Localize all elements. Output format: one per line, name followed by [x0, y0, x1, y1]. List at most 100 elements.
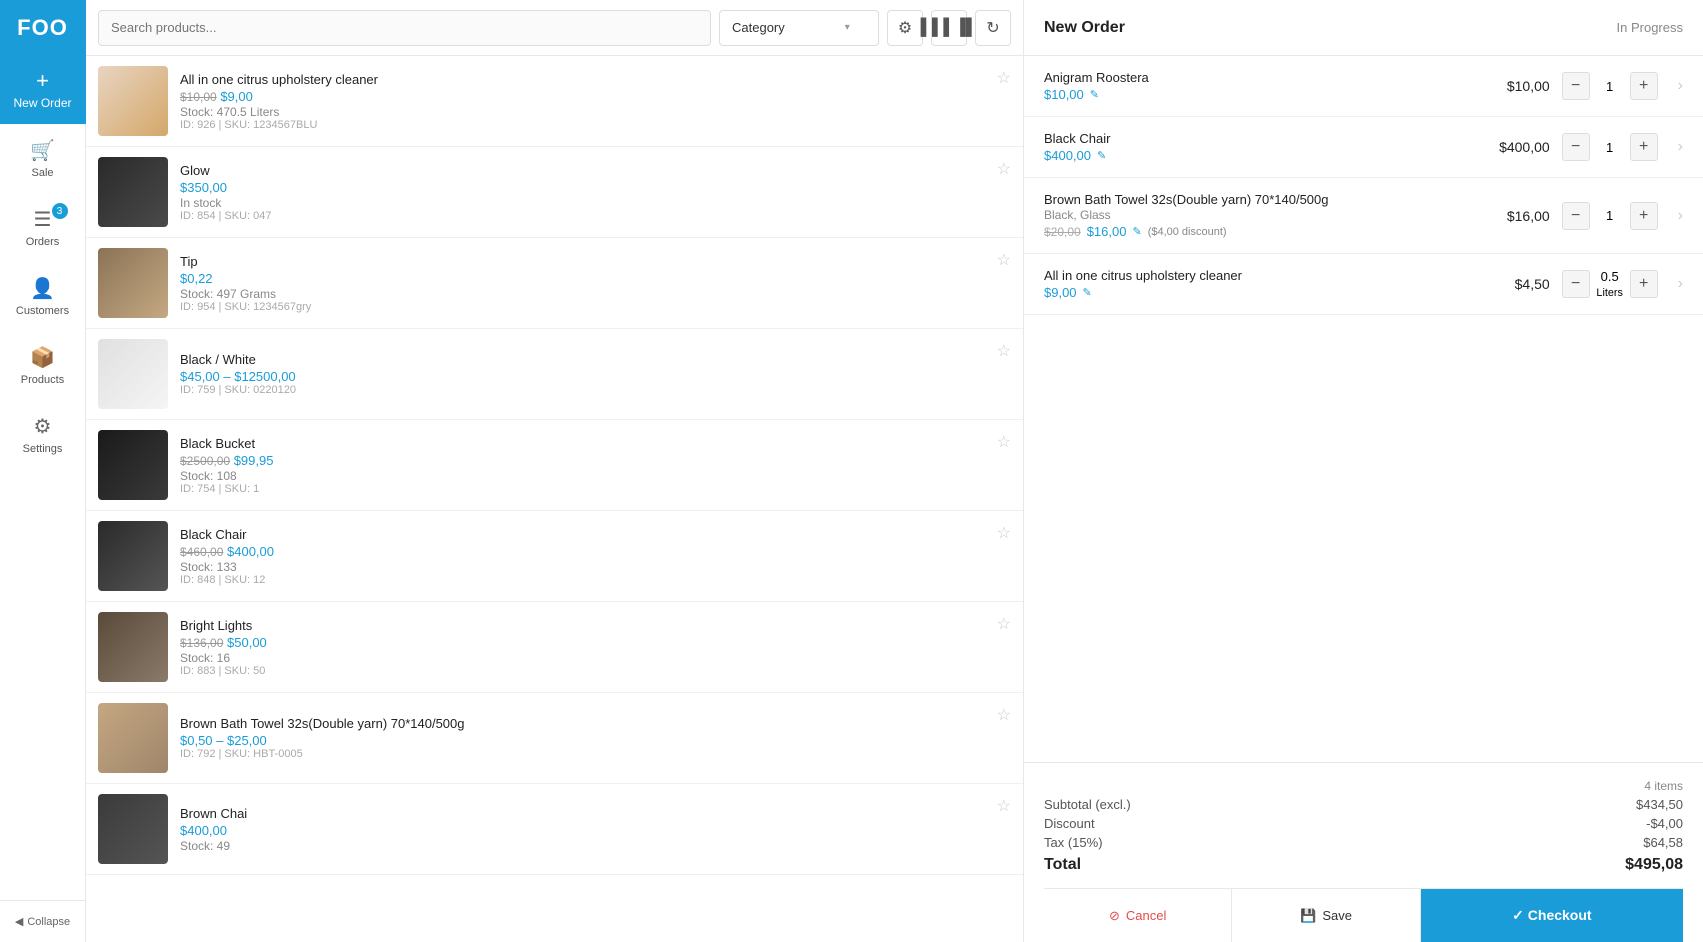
order-item-info: Brown Bath Towel 32s(Double yarn) 70*140… [1044, 192, 1468, 239]
order-item-price-row: $20,00$16,00 ✎ ($4,00 discount) [1044, 224, 1468, 239]
list-item[interactable]: Glow $350,00 In stock ID: 854 | SKU: 047… [86, 147, 1023, 238]
list-item[interactable]: Bright Lights $136,00 $50,00 Stock: 16 I… [86, 602, 1023, 693]
star-icon[interactable]: ☆ [997, 432, 1011, 452]
order-status: In Progress [1617, 20, 1683, 35]
app-logo: FOO [0, 0, 86, 56]
order-item-price: $10,00 [1044, 87, 1084, 102]
sidebar-item-products[interactable]: 📦 Products [0, 331, 86, 400]
edit-price-icon[interactable]: ✎ [1132, 225, 1141, 238]
order-item-chevron-icon[interactable]: › [1678, 77, 1683, 95]
star-icon[interactable]: ☆ [997, 159, 1011, 179]
product-stock: Stock: 16 [180, 651, 1011, 665]
filter-button[interactable]: ⚙ [887, 10, 923, 46]
qty-decrease-button[interactable]: − [1562, 72, 1590, 100]
list-item[interactable]: Tip $0,22 Stock: 497 Grams ID: 954 | SKU… [86, 238, 1023, 329]
customers-icon: 👤 [30, 276, 55, 301]
sidebar-item-settings[interactable]: ⚙ Settings [0, 400, 86, 469]
plus-icon: + [36, 70, 49, 92]
product-info: Black Chair $460,00 $400,00 Stock: 133 I… [180, 527, 1011, 586]
star-icon[interactable]: ☆ [997, 614, 1011, 634]
order-items: Anigram Roostera $10,00 ✎ $10,00 − 1 + ›… [1024, 56, 1703, 762]
search-input[interactable] [98, 10, 711, 46]
product-pricing: $350,00 [180, 180, 1011, 195]
product-name: Brown Chai [180, 806, 1011, 821]
order-item-name: Brown Bath Towel 32s(Double yarn) 70*140… [1044, 192, 1468, 207]
product-id-sku: ID: 792 | SKU: HBT-0005 [180, 748, 1011, 760]
star-icon[interactable]: ☆ [997, 705, 1011, 725]
order-item: Brown Bath Towel 32s(Double yarn) 70*140… [1024, 178, 1703, 254]
qty-controls: − 1 + [1562, 133, 1658, 161]
qty-decrease-button[interactable]: − [1562, 270, 1590, 298]
star-icon[interactable]: ☆ [997, 796, 1011, 816]
product-pricing: $45,00 – $12500,00 [180, 369, 1011, 384]
product-pricing: $136,00 $50,00 [180, 635, 1011, 650]
list-item[interactable]: Brown Bath Towel 32s(Double yarn) 70*140… [86, 693, 1023, 784]
qty-value: 1 [1590, 79, 1630, 94]
list-item[interactable]: Black Bucket $2500,00 $99,95 Stock: 108 … [86, 420, 1023, 511]
product-id-sku: ID: 954 | SKU: 1234567gry [180, 301, 1011, 313]
checkout-label: ✓ Checkout [1512, 907, 1591, 924]
save-label: Save [1322, 908, 1352, 923]
order-item-chevron-icon[interactable]: › [1678, 138, 1683, 156]
qty-increase-button[interactable]: + [1630, 72, 1658, 100]
new-order-button[interactable]: + New Order [0, 56, 86, 124]
order-item: All in one citrus upholstery cleaner $9,… [1024, 254, 1703, 315]
order-item-info: Black Chair $400,00 ✎ [1044, 131, 1468, 163]
star-icon[interactable]: ☆ [997, 68, 1011, 88]
subtotal-row: Subtotal (excl.) $434,50 [1044, 797, 1683, 812]
star-icon[interactable]: ☆ [997, 523, 1011, 543]
qty-increase-button[interactable]: + [1630, 270, 1658, 298]
cancel-button[interactable]: ⊘ Cancel [1044, 889, 1232, 942]
refresh-button[interactable]: ↻ [975, 10, 1011, 46]
order-footer: 4 items Subtotal (excl.) $434,50 Discoun… [1024, 762, 1703, 942]
order-item-amount: $4,50 [1480, 276, 1550, 292]
product-thumbnail [98, 157, 168, 227]
product-info: Bright Lights $136,00 $50,00 Stock: 16 I… [180, 618, 1011, 677]
items-count-row: 4 items [1044, 779, 1683, 793]
barcode-button[interactable]: ▌▌▌▐▌ [931, 10, 967, 46]
product-name: Black Bucket [180, 436, 1011, 451]
product-info: Black Bucket $2500,00 $99,95 Stock: 108 … [180, 436, 1011, 495]
total-label: Total [1044, 856, 1081, 874]
chevron-down-icon: ▾ [845, 22, 850, 33]
checkout-button[interactable]: ✓ Checkout [1421, 889, 1683, 942]
star-icon[interactable]: ☆ [997, 341, 1011, 361]
edit-price-icon[interactable]: ✎ [1090, 88, 1099, 101]
sidebar-item-sale[interactable]: 🛒 Sale [0, 124, 86, 193]
sidebar-item-customers[interactable]: 👤 Customers [0, 262, 86, 331]
collapse-button[interactable]: ◀ Collapse [0, 900, 86, 942]
edit-price-icon[interactable]: ✎ [1097, 149, 1106, 162]
order-item: Black Chair $400,00 ✎ $400,00 − 1 + › [1024, 117, 1703, 178]
order-item-info: All in one citrus upholstery cleaner $9,… [1044, 268, 1468, 300]
order-item-chevron-icon[interactable]: › [1678, 275, 1683, 293]
order-item-chevron-icon[interactable]: › [1678, 207, 1683, 225]
order-item-name: Anigram Roostera [1044, 70, 1468, 85]
sidebar-item-orders[interactable]: ☰ Orders 3 [0, 193, 86, 262]
list-item[interactable]: Black Chair $460,00 $400,00 Stock: 133 I… [86, 511, 1023, 602]
product-id-sku: ID: 883 | SKU: 50 [180, 665, 1011, 677]
product-pricing: $460,00 $400,00 [180, 544, 1011, 559]
product-pricing: $10,00 $9,00 [180, 89, 1011, 104]
qty-decrease-button[interactable]: − [1562, 202, 1590, 230]
qty-increase-button[interactable]: + [1630, 133, 1658, 161]
product-name: All in one citrus upholstery cleaner [180, 72, 1011, 87]
list-item[interactable]: All in one citrus upholstery cleaner $10… [86, 56, 1023, 147]
order-item-discount: ($4,00 discount) [1148, 226, 1227, 238]
list-item[interactable]: Brown Chai $400,00 Stock: 49 ☆ [86, 784, 1023, 875]
order-item: Anigram Roostera $10,00 ✎ $10,00 − 1 + › [1024, 56, 1703, 117]
product-name: Bright Lights [180, 618, 1011, 633]
order-actions: ⊘ Cancel 💾 Save ✓ Checkout [1044, 888, 1683, 942]
qty-decrease-button[interactable]: − [1562, 133, 1590, 161]
settings-icon: ⚙ [34, 414, 52, 439]
product-pricing: $0,22 [180, 271, 1011, 286]
qty-value: 0.5Liters [1590, 269, 1630, 299]
order-panel: New Order In Progress Anigram Roostera $… [1023, 0, 1703, 942]
save-button[interactable]: 💾 Save [1232, 889, 1420, 942]
qty-increase-button[interactable]: + [1630, 202, 1658, 230]
price-current: $400,00 [227, 544, 274, 559]
edit-price-icon[interactable]: ✎ [1083, 286, 1092, 299]
star-icon[interactable]: ☆ [997, 250, 1011, 270]
list-item[interactable]: Black / White $45,00 – $12500,00 ID: 759… [86, 329, 1023, 420]
product-thumbnail [98, 521, 168, 591]
category-dropdown[interactable]: Category ▾ [719, 10, 879, 46]
